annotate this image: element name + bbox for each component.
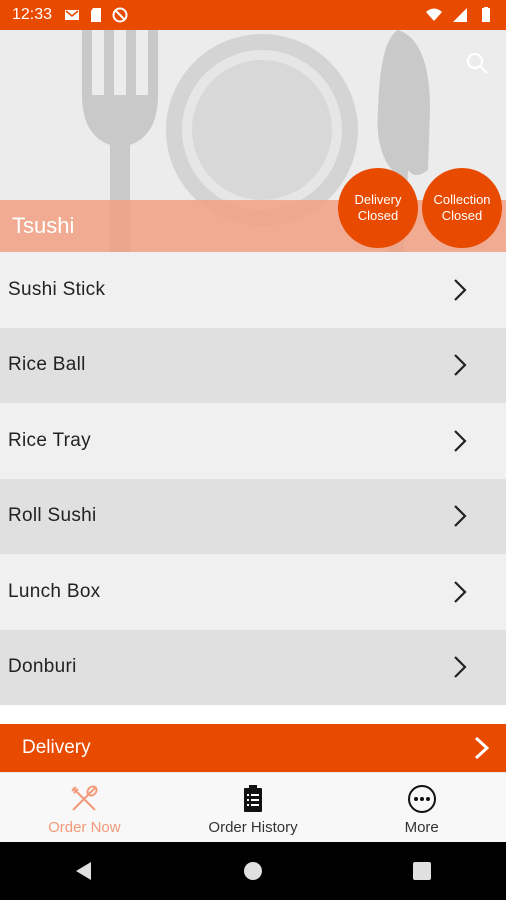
delivery-status-value: Closed bbox=[357, 208, 399, 223]
menu-category-label: Donburi bbox=[8, 656, 77, 678]
nav-label: More bbox=[404, 819, 439, 836]
chevron-right-icon bbox=[474, 736, 490, 760]
back-triangle-icon bbox=[76, 862, 92, 880]
nav-order-history[interactable]: Order History bbox=[169, 773, 338, 843]
nav-more[interactable]: More bbox=[337, 773, 506, 843]
do-not-disturb-icon bbox=[112, 7, 128, 23]
wifi-icon bbox=[426, 8, 442, 21]
menu-category-list: Sushi Stick Rice Ball Rice Tray Roll Sus… bbox=[0, 252, 506, 705]
nav-label: Order History bbox=[208, 819, 298, 836]
chevron-right-icon bbox=[454, 278, 467, 301]
chevron-right-icon bbox=[454, 580, 467, 603]
status-bar: 12:33 bbox=[0, 0, 506, 30]
chevron-right-icon bbox=[454, 429, 467, 452]
sd-card-icon bbox=[91, 8, 102, 22]
back-button[interactable] bbox=[68, 855, 100, 887]
more-dots-icon bbox=[406, 783, 438, 815]
restaurant-header: Tsushi Delivery Closed Collection Closed bbox=[0, 30, 506, 252]
menu-category-lunch-box[interactable]: Lunch Box bbox=[0, 554, 506, 630]
bottom-navigation: Order Now Order History More bbox=[0, 772, 506, 843]
menu-category-label: Rice Ball bbox=[8, 354, 86, 376]
order-mode-button[interactable]: Delivery bbox=[0, 724, 506, 772]
menu-category-label: Roll Sushi bbox=[8, 505, 97, 527]
menu-category-rice-ball[interactable]: Rice Ball bbox=[0, 327, 506, 403]
delivery-status-badge: Delivery Closed bbox=[338, 168, 418, 248]
menu-category-rice-tray[interactable]: Rice Tray bbox=[0, 403, 506, 479]
battery-icon bbox=[482, 7, 490, 22]
status-time: 12:33 bbox=[12, 6, 53, 23]
clipboard-icon bbox=[237, 783, 269, 815]
system-navigation-bar bbox=[0, 842, 506, 900]
search-icon bbox=[466, 52, 488, 74]
status-system-icons bbox=[426, 7, 494, 23]
menu-category-label: Lunch Box bbox=[8, 580, 101, 602]
restaurant-name: Tsushi bbox=[12, 213, 75, 238]
menu-category-donburi[interactable]: Donburi bbox=[0, 629, 506, 705]
recents-button[interactable] bbox=[406, 855, 438, 887]
search-button[interactable] bbox=[464, 50, 490, 76]
order-mode-label: Delivery bbox=[22, 737, 91, 758]
home-circle-icon bbox=[243, 862, 262, 880]
status-notification-icons bbox=[64, 7, 128, 23]
collection-status-title: Collection bbox=[433, 192, 491, 207]
chevron-right-icon bbox=[454, 656, 467, 679]
mail-icon bbox=[65, 10, 80, 20]
recents-square-icon bbox=[412, 862, 431, 880]
delivery-status-title: Delivery bbox=[354, 192, 402, 207]
nav-order-now[interactable]: Order Now bbox=[0, 773, 169, 843]
signal-icon bbox=[453, 8, 467, 22]
menu-category-roll-sushi[interactable]: Roll Sushi bbox=[0, 478, 506, 554]
menu-category-label: Sushi Stick bbox=[8, 278, 106, 300]
home-button[interactable] bbox=[237, 855, 269, 887]
fork-knife-icon bbox=[68, 783, 100, 815]
menu-category-label: Rice Tray bbox=[8, 429, 91, 451]
chevron-right-icon bbox=[454, 505, 467, 528]
menu-category-sushi-stick[interactable]: Sushi Stick bbox=[0, 252, 506, 328]
collection-status-badge: Collection Closed bbox=[422, 168, 502, 248]
nav-label: Order Now bbox=[48, 819, 121, 836]
collection-status-value: Closed bbox=[441, 208, 483, 223]
chevron-right-icon bbox=[454, 354, 467, 377]
